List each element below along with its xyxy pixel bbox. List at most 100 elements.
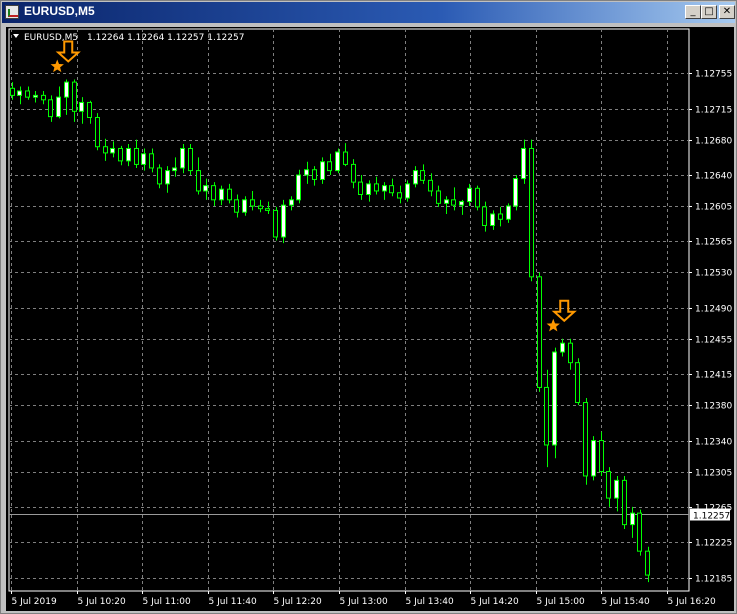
candle-body [358,181,363,196]
current-price-label: 1.12257 [693,512,730,522]
candle-body [304,169,309,176]
candle-body [25,90,30,98]
candle-body [436,190,441,204]
sell-arrow-icon [55,40,81,63]
candle-body [575,362,580,403]
y-tick-label: 1.12490 [695,305,732,315]
candle-body [560,342,565,353]
candle-body [637,512,642,552]
price-chart[interactable]: 1.12755 1.12715 1.12680 1.12640 1.12605 1.125… [6,27,734,611]
x-tick-label: 5 Jul 15:40 [602,597,651,607]
candle-body [568,342,573,364]
candle-body [64,81,69,98]
y-tick-label: 1.12640 [695,172,732,182]
candle-body [389,185,394,194]
candle-body [320,161,325,180]
candle-body [312,169,317,180]
y-tick-label: 1.12340 [695,438,732,448]
symbol-dropdown-icon[interactable] [13,34,19,38]
chart-ohlc: 1.12264 1.12264 1.12257 1.12257 [87,33,244,43]
sell-arrow-icon [551,299,577,323]
y-tick-label: 1.12755 [695,70,732,80]
signal-star-icon [50,59,64,73]
candle-body [180,147,185,169]
candle-body [188,147,193,172]
candle-body [382,185,387,192]
x-tick-label: 5 Jul 2019 [12,597,57,607]
candle-body [521,147,526,180]
candle-body [475,187,480,208]
candle-body [327,161,332,172]
candle-body [366,183,371,196]
candle-body [17,90,22,96]
x-tick-label: 5 Jul 13:00 [340,597,389,607]
candle-body [227,188,232,201]
candle-body [149,153,154,169]
candle-body [451,199,456,206]
title-bar[interactable]: EURUSD,M5 _ □ ✕ [2,2,735,23]
candle-body [420,170,425,181]
x-tick-label: 5 Jul 15:00 [537,597,586,607]
plot-frame [8,28,690,592]
y-tick-label: 1.12305 [695,469,732,479]
chart-symbol: EURUSD,M5 [24,33,78,43]
grid [8,28,690,592]
candle-body [281,204,286,238]
candle-body [103,146,108,154]
chart-window-icon [5,5,19,19]
candle-body [41,94,46,101]
candle-body [95,117,100,148]
candle-body [48,99,53,118]
candle-body [165,170,170,185]
maximize-button[interactable]: □ [701,5,717,19]
candle-body [645,550,650,576]
candle-body [529,147,534,278]
y-tick-label: 1.12715 [695,106,732,116]
candle-body [211,185,216,201]
candle-body [250,199,255,207]
candle-body [157,167,162,185]
x-tick-label: 5 Jul 14:20 [471,597,520,607]
x-tick-label: 5 Jul 16:20 [668,597,717,607]
candle-body [203,185,208,192]
candle-body [33,94,38,98]
chart-area[interactable]: 1.12755 1.12715 1.12680 1.12640 1.12605 1.125… [6,27,734,611]
candle-body [498,213,503,220]
close-button[interactable]: ✕ [719,5,735,19]
candle-body [219,188,224,201]
candles [10,79,650,583]
candle-body [606,471,611,499]
y-tick-label: 1.12455 [695,336,732,346]
candle-body [258,205,263,210]
signal-star-icon [546,318,560,332]
candle-body [413,170,418,185]
candle-body [552,351,557,446]
candle-body [622,479,627,526]
candle-body [10,87,15,96]
y-tick-label: 1.12380 [695,402,732,412]
y-tick-label: 1.12415 [695,371,732,381]
x-tick-label: 5 Jul 13:40 [406,597,455,607]
candle-body [614,479,619,499]
candle-body [172,167,177,172]
candle-body [72,81,77,112]
candle-body [87,101,92,119]
candle-body [591,440,596,477]
candle-body [335,151,340,172]
candle-body [599,440,604,473]
candle-body [289,199,294,206]
candle-body [110,147,115,154]
y-tick-label: 1.12185 [695,575,732,585]
candle-body [126,147,131,162]
candle-body [134,147,139,165]
candle-body [374,183,379,192]
y-tick-label: 1.12530 [695,269,732,279]
candle-body [444,199,449,204]
window-title: EURUSD,M5 [24,4,95,18]
candle-body [234,199,239,213]
candle-body [141,153,146,165]
candle-body [459,201,464,206]
minimize-button[interactable]: _ [685,5,701,19]
candle-body [583,401,588,477]
x-tick-label: 5 Jul 11:40 [209,597,258,607]
